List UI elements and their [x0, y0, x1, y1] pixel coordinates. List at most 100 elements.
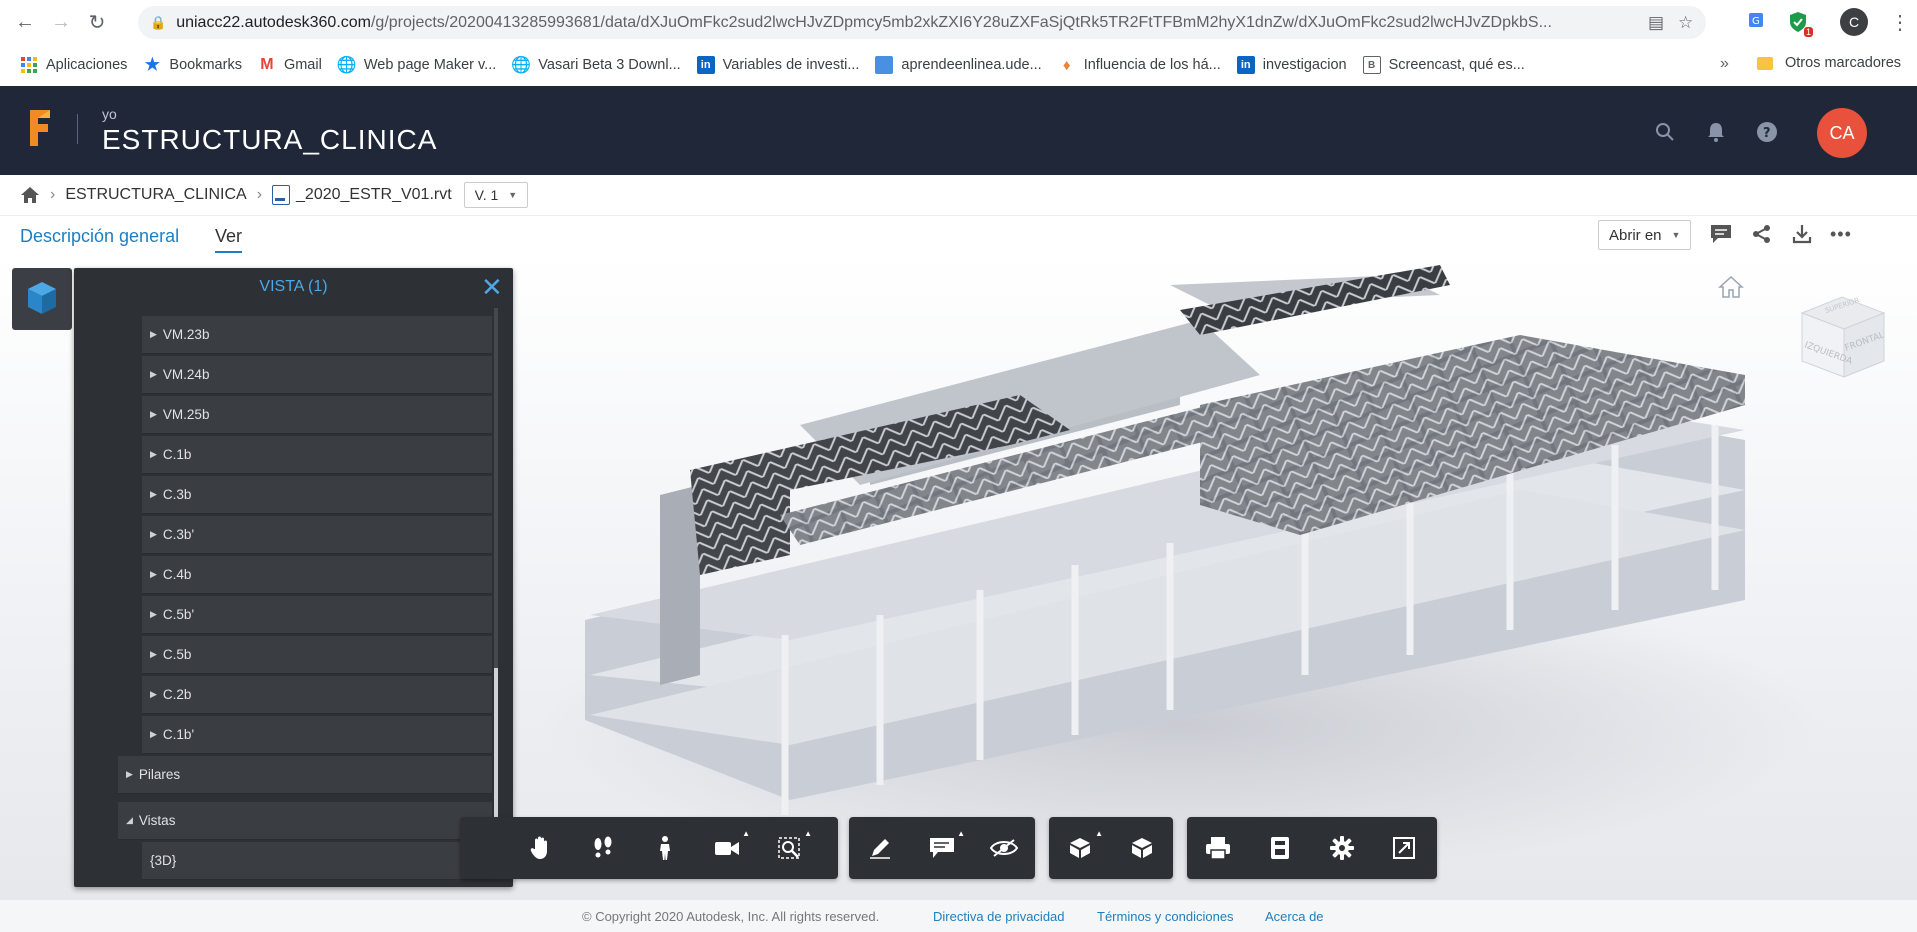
bookmark-star-icon[interactable]: ☆ [1678, 13, 1693, 33]
bookmark-item[interactable]: Aplicaciones [20, 56, 127, 74]
fusion-logo-icon[interactable] [28, 108, 54, 148]
globe-icon: 🌐 [511, 57, 532, 74]
project-title: ESTRUCTURA_CLINICA [102, 124, 438, 155]
forward-arrow-icon[interactable]: → [46, 8, 76, 38]
version-select[interactable]: V. 1 ▼ [463, 182, 529, 208]
svg-text:?: ? [1763, 126, 1771, 141]
expand-arrow-icon[interactable]: ▶ [150, 409, 157, 420]
terms-link[interactable]: Términos y condiciones [1097, 909, 1234, 924]
tree-node[interactable]: ▶ C.1b [142, 436, 492, 474]
bookmarks-bar: Aplicaciones ★ Bookmarks M Gmail 🌐 Web p… [0, 45, 1917, 85]
tab-view[interactable]: Ver [215, 226, 243, 253]
address-bar[interactable]: 🔒 uniacc22.autodesk360.com/g/projects/20… [138, 6, 1706, 39]
globe-icon: 🌐 [336, 57, 357, 74]
tree-group-pilares[interactable]: ▶ Pilares [118, 756, 492, 794]
expand-arrow-icon[interactable]: ▶ [150, 449, 157, 460]
submenu-triangle-icon: ▲ [804, 829, 812, 838]
download-icon[interactable] [1792, 224, 1812, 250]
other-bookmarks-folder[interactable]: Otros marcadores [1757, 55, 1901, 71]
bookmark-item[interactable]: ★ Bookmarks [143, 55, 242, 74]
tree-node[interactable]: ▶ VM.24b [142, 356, 492, 394]
project-owner: yo [102, 106, 117, 122]
expand-arrow-icon[interactable]: ▶ [150, 329, 157, 340]
bookmark-item[interactable]: 🌐 Vasari Beta 3 Downl... [511, 56, 680, 74]
home-icon[interactable] [20, 186, 40, 204]
tree-node[interactable]: ▶ C.3b' [142, 516, 492, 554]
tab-overview[interactable]: Descripción general [20, 226, 179, 247]
expand-arrow-icon[interactable]: ▶ [126, 769, 133, 780]
viewer-home-icon[interactable] [1718, 275, 1744, 301]
viewcube[interactable]: SUPERIOR IZQUIERDA FRONTAL [1788, 285, 1896, 385]
tree-node-3d-view[interactable]: {3D} [142, 842, 492, 880]
bookmark-item[interactable]: M Gmail [258, 56, 322, 74]
reload-icon[interactable]: ↻ [82, 8, 112, 38]
expand-arrow-icon[interactable]: ▶ [150, 569, 157, 580]
tree-node[interactable]: ▶ C.1b' [142, 716, 492, 754]
tree-node[interactable]: ▶ C.2b [142, 676, 492, 714]
panel-scrollbar[interactable] [494, 308, 498, 868]
print-icon[interactable] [1187, 817, 1249, 879]
close-icon[interactable]: ✕ [481, 272, 503, 303]
orbit-tool[interactable] [460, 817, 510, 879]
share-icon[interactable] [1752, 224, 1772, 250]
tree-node[interactable]: ▶ C.5b' [142, 596, 492, 634]
hide-eye-icon[interactable] [973, 817, 1035, 879]
model-browser-button[interactable] [12, 268, 72, 330]
bookmarks-overflow-button[interactable]: » [1720, 55, 1729, 73]
scholar-icon: ♦ [1062, 56, 1071, 74]
fit-to-view-icon[interactable]: ▲ [758, 817, 820, 879]
about-link[interactable]: Acerca de [1265, 909, 1324, 924]
bookmark-item[interactable]: in investigacion [1236, 56, 1347, 74]
privacy-link[interactable]: Directiva de privacidad [933, 909, 1065, 924]
help-icon[interactable]: ? [1757, 122, 1777, 148]
linkedin-icon: in [1236, 56, 1255, 74]
user-avatar[interactable]: CA [1817, 108, 1867, 158]
markup-pen-icon[interactable] [849, 817, 911, 879]
browser-menu-icon[interactable]: ⋮ [1890, 10, 1910, 35]
google-translate-extension-icon[interactable]: G [1745, 9, 1771, 35]
first-person-icon[interactable] [634, 817, 696, 879]
fullscreen-icon[interactable] [1373, 817, 1435, 879]
expand-arrow-icon[interactable]: ▶ [150, 369, 157, 380]
properties-icon[interactable] [1249, 817, 1311, 879]
apps-grid-icon [20, 56, 38, 74]
extension-badge: 1 [1803, 27, 1813, 37]
explode-model-icon[interactable]: ▲ [1049, 817, 1111, 879]
bookmark-item[interactable]: 🌐 Web page Maker v... [336, 56, 496, 74]
tree-node[interactable]: ▶ VM.25b [142, 396, 492, 434]
bookmark-item[interactable]: in Variables de investi... [696, 56, 859, 74]
collapse-arrow-icon[interactable]: ◢ [126, 815, 133, 826]
pan-hand-icon[interactable] [510, 817, 572, 879]
camera-icon[interactable]: ▲ [696, 817, 758, 879]
shield-extension-icon[interactable]: 1 [1785, 9, 1813, 37]
tree-node[interactable]: ▶ VM.23b [142, 316, 492, 354]
url-text[interactable]: uniacc22.autodesk360.com/g/projects/2020… [176, 14, 1626, 32]
expand-arrow-icon[interactable]: ▶ [150, 649, 157, 660]
tree-node[interactable]: ▶ C.5b [142, 636, 492, 674]
back-arrow-icon[interactable]: ← [10, 8, 40, 38]
model-structure-icon[interactable] [1111, 817, 1173, 879]
breadcrumb-project[interactable]: ESTRUCTURA_CLINICA [65, 186, 246, 204]
gear-icon[interactable] [1311, 817, 1373, 879]
bookmark-item[interactable]: ♦ Influencia de los há... [1058, 56, 1221, 74]
translate-icon[interactable]: ▤ [1648, 13, 1664, 33]
bookmark-item[interactable]: B Screencast, qué es... [1362, 56, 1525, 74]
profile-avatar[interactable]: C [1840, 8, 1868, 36]
bell-icon[interactable] [1707, 122, 1725, 148]
tree-node[interactable]: ▶ C.4b [142, 556, 492, 594]
comment-bubble-icon[interactable]: ▲ [911, 817, 973, 879]
expand-arrow-icon[interactable]: ▶ [150, 609, 157, 620]
search-icon[interactable] [1655, 122, 1675, 148]
expand-arrow-icon[interactable]: ▶ [150, 729, 157, 740]
footsteps-icon[interactable] [572, 817, 634, 879]
tree-group-vistas[interactable]: ◢ Vistas [118, 802, 492, 840]
expand-arrow-icon[interactable]: ▶ [150, 489, 157, 500]
app-header: yo ESTRUCTURA_CLINICA ? CA [0, 86, 1917, 175]
more-options-icon[interactable]: ••• [1830, 224, 1852, 245]
comment-icon[interactable] [1710, 224, 1732, 250]
expand-arrow-icon[interactable]: ▶ [150, 689, 157, 700]
expand-arrow-icon[interactable]: ▶ [150, 529, 157, 540]
open-in-dropdown[interactable]: Abrir en ▼ [1598, 220, 1692, 250]
tree-node[interactable]: ▶ C.3b [142, 476, 492, 514]
bookmark-item[interactable]: aprendeenlinea.ude... [875, 56, 1042, 74]
